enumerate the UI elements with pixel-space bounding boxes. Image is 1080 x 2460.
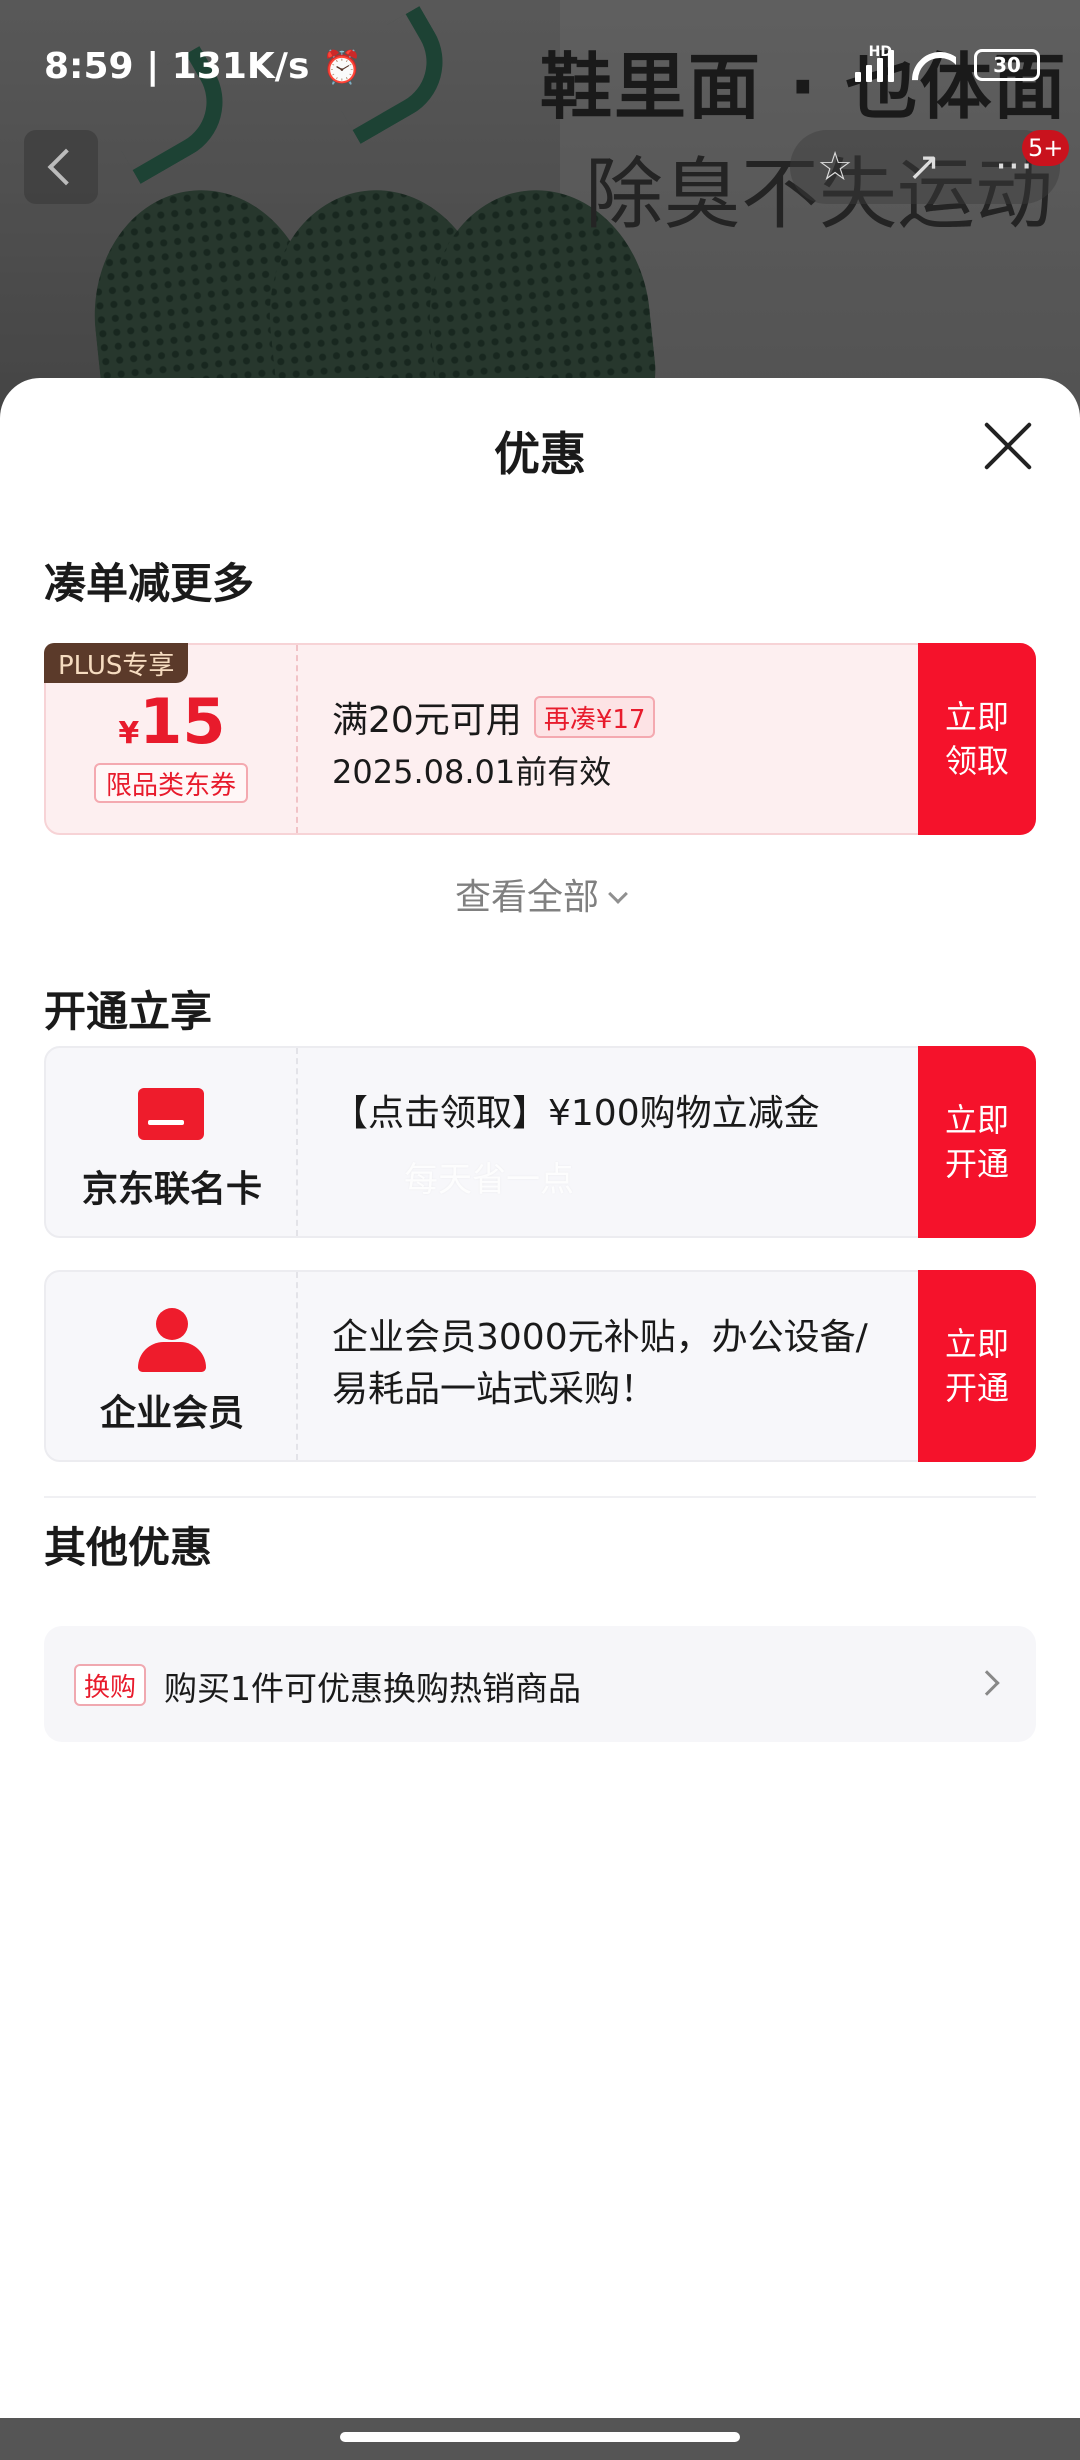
section-title-other: 其他优惠: [44, 1523, 213, 1572]
signal-icon: [855, 48, 894, 82]
claim-coupon-button[interactable]: 立即 领取: [918, 643, 1036, 835]
message-badge: 5+: [1022, 130, 1070, 166]
gesture-nav: [0, 2418, 1080, 2460]
coupon-card: PLUS专享 ¥15 限品类东券 满20元可用 再凑¥17 2025.08.01…: [44, 643, 1036, 835]
coupon-value-area: PLUS专享 ¥15 限品类东券: [44, 643, 298, 833]
person-icon: [138, 1308, 206, 1372]
button-line: 领取: [944, 742, 1009, 780]
button-line: 立即: [944, 1325, 1009, 1363]
section-divider: [44, 1496, 1036, 1498]
coupon-validity: 2025.08.01前有效: [332, 753, 612, 791]
section-title-activate: 开通立享: [44, 987, 213, 1036]
benefit-card-cobrand[interactable]: 京东联名卡 【点击领取】¥100购物立减金 每天省一点 立即 开通: [44, 1046, 1036, 1238]
benefit-card-enterprise[interactable]: 企业会员 企业会员3000元补贴，办公设备/易耗品一站式采购！ 立即 开通: [44, 1270, 1036, 1462]
share-icon[interactable]: ↗: [907, 144, 941, 190]
chevron-down-icon: [608, 884, 628, 904]
status-bar: 8:59 | 131K/s ⏰ HD 30: [0, 0, 1080, 130]
exchange-text: 购买1件可优惠换购热销商品: [164, 1669, 581, 1708]
button-line: 开通: [944, 1145, 1009, 1183]
star-icon[interactable]: ☆: [817, 144, 853, 190]
coupon-currency: ¥: [118, 716, 140, 751]
view-all-text: 查看全部: [454, 877, 599, 918]
battery-level: 30: [993, 53, 1021, 77]
battery-icon: 30: [974, 49, 1040, 81]
activate-cobrand-button[interactable]: 立即 开通: [918, 1046, 1036, 1238]
credit-card-icon: [138, 1088, 204, 1140]
view-all-link[interactable]: 查看全部: [0, 868, 1080, 920]
button-line: 立即: [944, 698, 1009, 736]
button-line: 立即: [944, 1101, 1009, 1139]
coupon-type-badge: 限品类东券: [94, 763, 249, 803]
chevron-right-icon: [974, 1670, 1000, 1696]
add-more-badge: 再凑¥17: [533, 696, 656, 738]
home-indicator[interactable]: [340, 2432, 740, 2442]
exchange-tag: 换购: [74, 1664, 147, 1706]
coupon-condition-text: 满20元可用: [332, 700, 522, 741]
top-actions: ☆ ↗ ···: [790, 130, 1060, 204]
status-icons: 30: [855, 48, 1040, 82]
coupon-condition: 满20元可用 再凑¥17: [332, 691, 656, 743]
benefit-text: 【点击领取】¥100购物立减金: [332, 1093, 820, 1134]
button-line: 开通: [944, 1369, 1009, 1407]
plus-exclusive-tag: PLUS专享: [44, 643, 189, 683]
back-icon[interactable]: [24, 130, 98, 204]
close-icon[interactable]: [982, 420, 1034, 472]
discount-sheet: 优惠 凑单减更多 PLUS专享 ¥15 限品类东券 满20元可用 再凑¥17 2…: [0, 378, 1080, 2418]
benefit-text: 企业会员3000元补贴，办公设备/易耗品一站式采购！: [332, 1317, 868, 1410]
alarm-icon: ⏰: [321, 48, 362, 86]
benefit-label: 京东联名卡: [81, 1169, 262, 1210]
exchange-offer-row[interactable]: 换购 购买1件可优惠换购热销商品: [44, 1626, 1036, 1742]
benefit-left: 企业会员: [46, 1272, 298, 1460]
sheet-title: 优惠: [494, 427, 586, 481]
benefit-watermark: 每天省一点: [404, 1160, 574, 1200]
section-title-bundle: 凑单减更多: [44, 559, 255, 608]
coupon-amount-value: 15: [139, 685, 226, 758]
status-time-text: 8:59 | 131K/s: [44, 46, 310, 87]
wifi-icon: [912, 48, 956, 82]
activate-enterprise-button[interactable]: 立即 开通: [918, 1270, 1036, 1462]
coupon-amount: ¥15: [46, 685, 298, 758]
status-time: 8:59 | 131K/s ⏰: [44, 46, 362, 87]
benefit-label: 企业会员: [99, 1393, 244, 1434]
benefit-left: 京东联名卡: [46, 1048, 298, 1236]
